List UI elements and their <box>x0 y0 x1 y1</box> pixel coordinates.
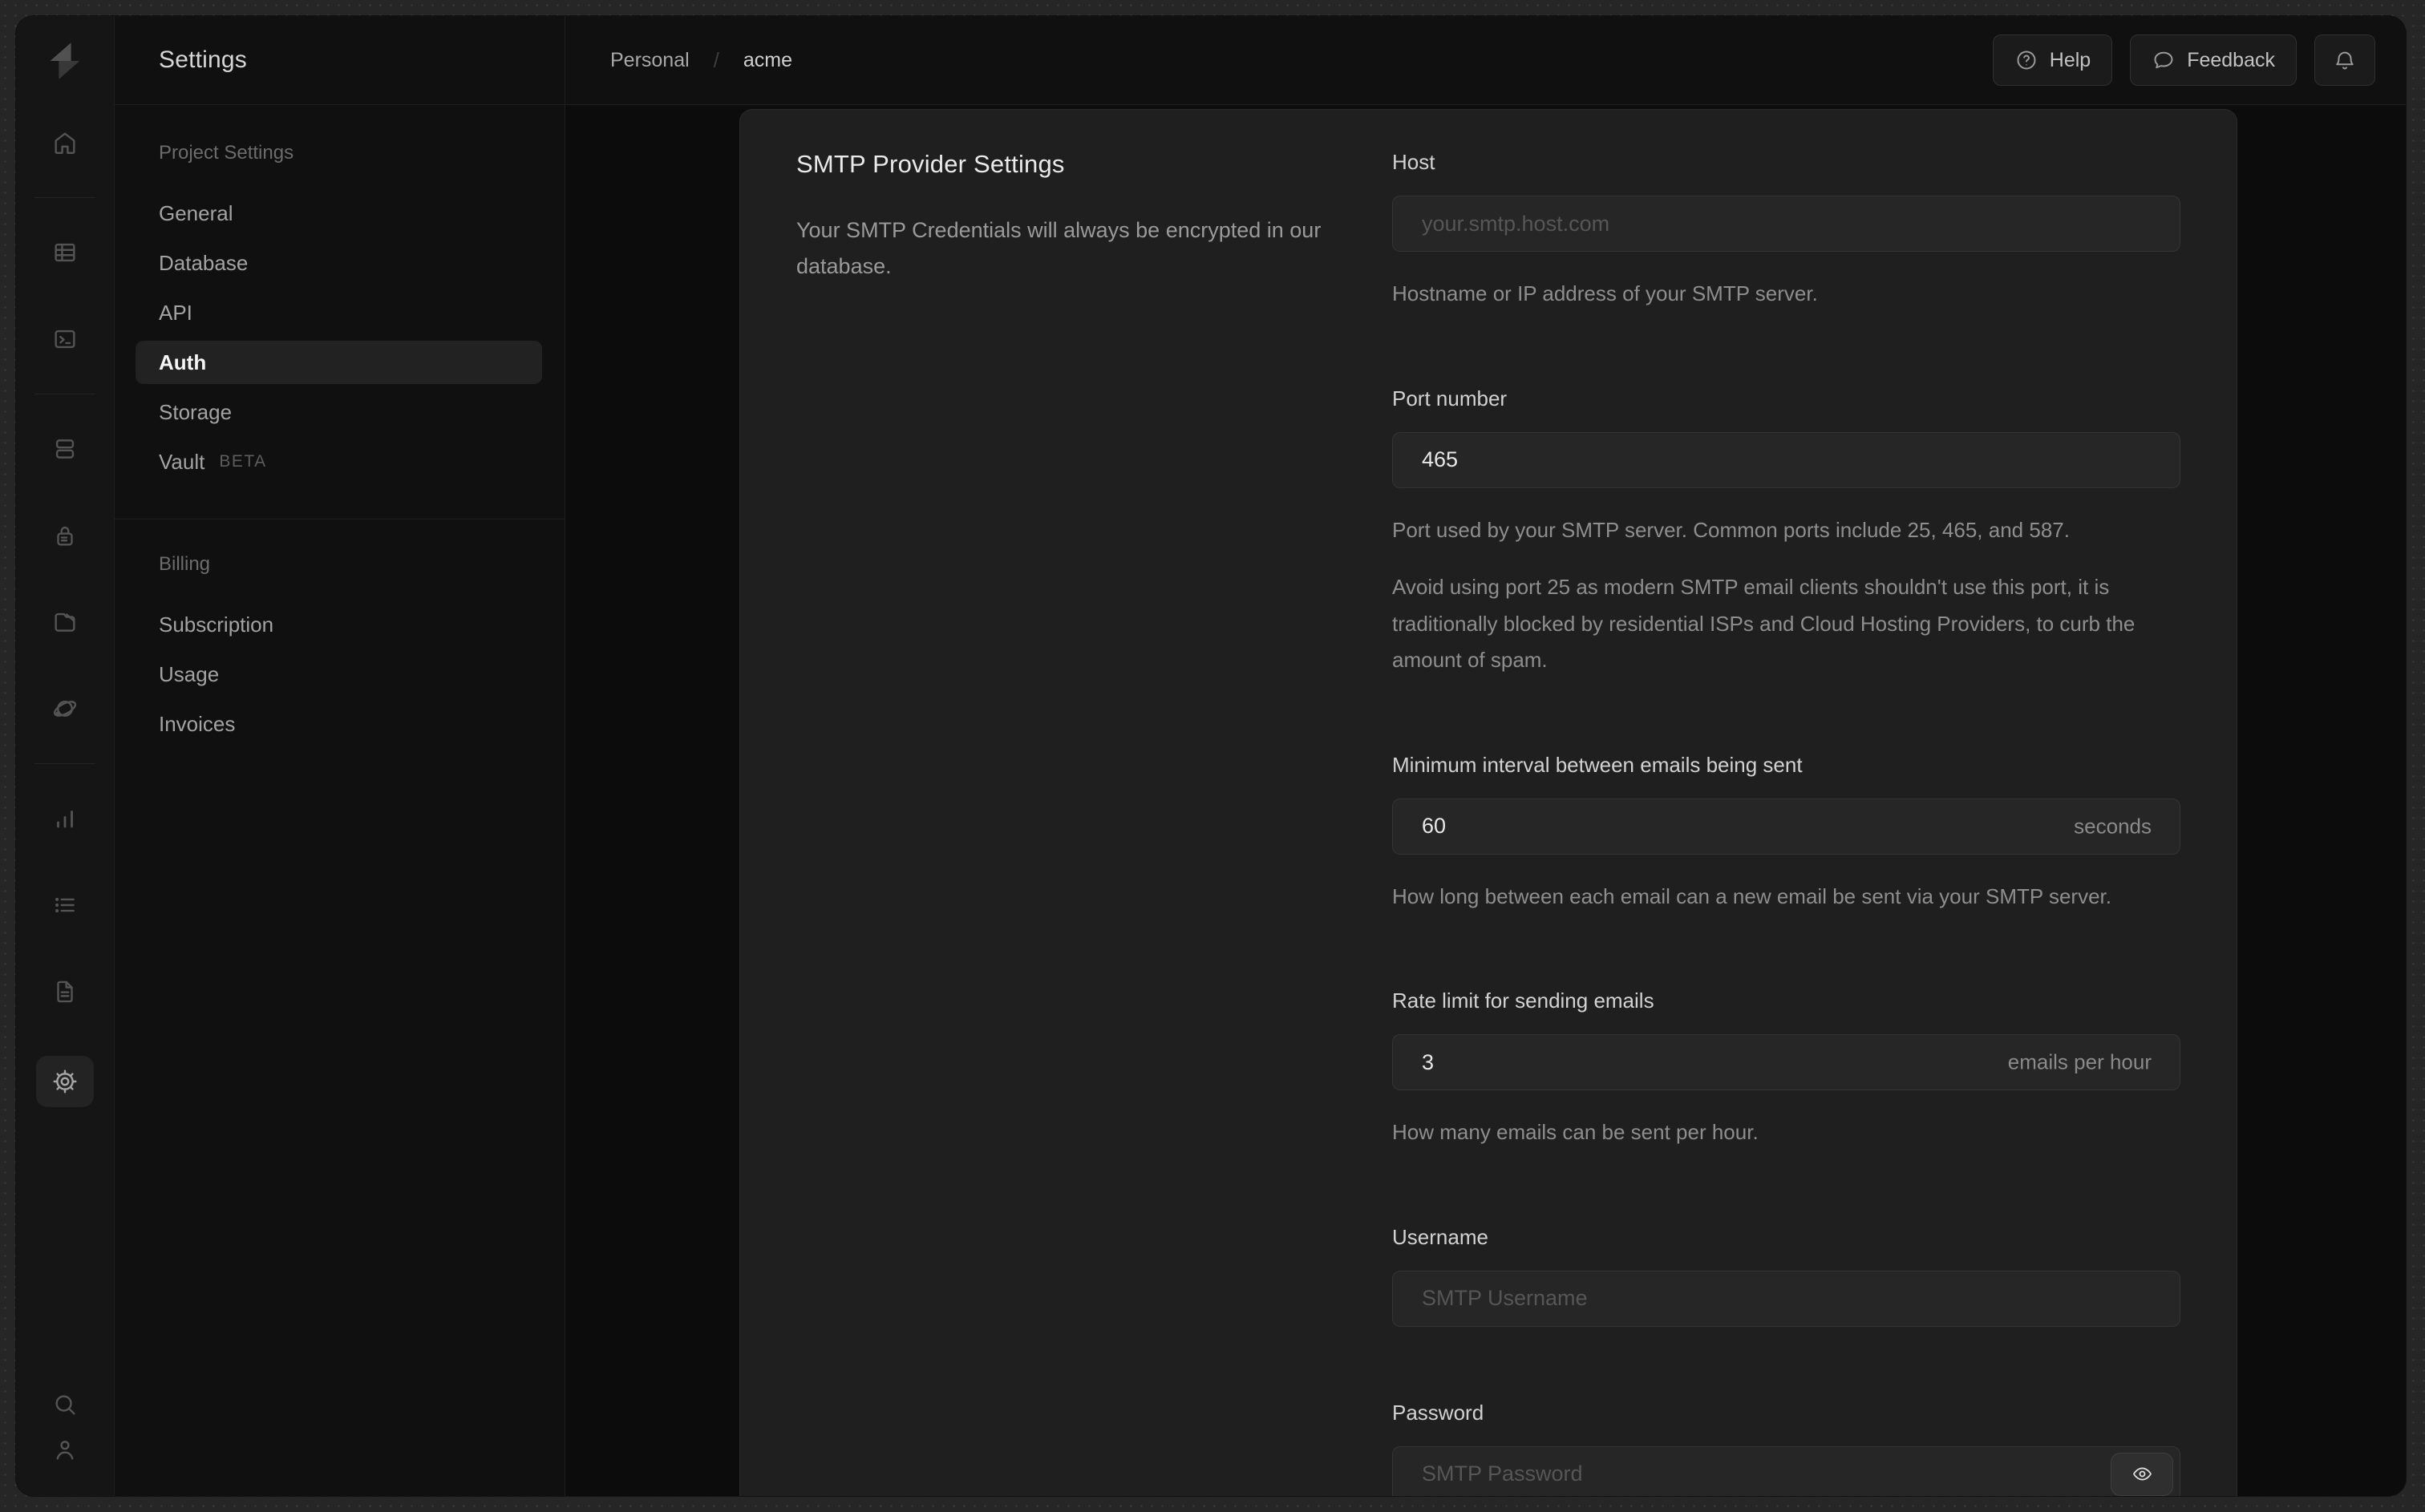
app-window: Settings Project Settings General Databa… <box>16 16 2406 1496</box>
breadcrumb: Personal / acme <box>610 48 792 73</box>
bar-chart-icon <box>57 811 73 828</box>
nav-edge-functions-button[interactable] <box>43 686 87 731</box>
sidebar-item-database[interactable]: Database <box>115 238 565 288</box>
page-title: Settings <box>159 46 247 73</box>
sidebar-item-general[interactable]: General <box>115 188 565 238</box>
nav-settings-button[interactable] <box>36 1056 94 1107</box>
nav-api-docs-button[interactable] <box>43 969 87 1014</box>
nav-home-button[interactable] <box>43 120 87 165</box>
port-field-group: Port number Port used by your SMTP serve… <box>1392 386 2180 679</box>
sidebar-item-storage[interactable]: Storage <box>115 387 565 437</box>
nav-storage-button[interactable] <box>43 600 87 645</box>
table-editor-icon <box>55 243 75 262</box>
notifications-button[interactable] <box>2314 34 2375 86</box>
panel-title: SMTP Provider Settings <box>796 150 1065 178</box>
nav-database-button[interactable] <box>43 427 87 471</box>
search-icon <box>55 1395 75 1415</box>
smtp-settings-panel: SMTP Provider Settings Your SMTP Credent… <box>739 109 2237 1496</box>
sidebar-header: Settings <box>115 16 565 105</box>
rate-limit-field-group: Rate limit for sending emails emails per… <box>1392 988 2180 1151</box>
content-body: SMTP Provider Settings Your SMTP Credent… <box>565 105 2406 1496</box>
gear-icon <box>53 1069 77 1094</box>
list-icon <box>55 897 75 913</box>
lock-icon <box>57 526 73 546</box>
smtp-form: Host Hostname or IP address of your SMTP… <box>1392 150 2180 1496</box>
nav-table-editor-button[interactable] <box>43 230 87 275</box>
password-field-group: Password <box>1392 1400 2180 1496</box>
nav-logs-button[interactable] <box>43 883 87 928</box>
sql-editor-icon <box>55 329 75 349</box>
account-button[interactable] <box>43 1427 87 1472</box>
file-text-icon <box>57 980 73 1003</box>
nav-reports-button[interactable] <box>43 796 87 841</box>
bell-icon <box>2336 51 2354 70</box>
rail-divider <box>34 763 95 764</box>
storage-icon <box>55 612 75 632</box>
password-label: Password <box>1392 1400 1484 1425</box>
username-input[interactable] <box>1392 1270 2180 1327</box>
section-label-project-settings: Project Settings <box>159 142 294 164</box>
desktop-backdrop: Settings Project Settings General Databa… <box>0 0 2425 1512</box>
breadcrumb-separator: / <box>713 47 719 72</box>
interval-input[interactable] <box>1392 798 2180 855</box>
feedback-button[interactable]: Feedback <box>2130 34 2297 86</box>
host-helper: Hostname or IP address of your SMTP serv… <box>1392 281 1818 305</box>
rail-divider <box>34 197 95 198</box>
sidebar-item-usage[interactable]: Usage <box>115 649 565 699</box>
eye-icon <box>2132 1467 2152 1481</box>
username-label: Username <box>1392 1224 1488 1249</box>
host-label: Host <box>1392 150 1435 174</box>
section-label-billing: Billing <box>159 553 211 575</box>
settings-sidebar: Settings Project Settings General Databa… <box>115 16 565 1496</box>
port-helper-1: Port used by your SMTP server. Common po… <box>1392 517 2070 542</box>
password-input[interactable] <box>1392 1445 2180 1496</box>
sidebar-item-invoices[interactable]: Invoices <box>115 699 565 749</box>
port-label: Port number <box>1392 386 1508 410</box>
nav-auth-button[interactable] <box>43 513 87 558</box>
sidebar-item-auth[interactable]: Auth <box>115 338 565 387</box>
supabase-logo-icon[interactable] <box>44 40 86 82</box>
rate-limit-helper: How many emails can be sent per hour. <box>1392 1120 1759 1144</box>
nav-rail <box>16 16 115 1496</box>
port-input[interactable] <box>1392 431 2180 488</box>
database-icon <box>55 439 75 459</box>
rate-limit-label: Rate limit for sending emails <box>1392 988 1654 1013</box>
topbar: Personal / acme Help Feedback <box>565 16 2406 105</box>
chat-bubble-icon <box>2154 51 2173 69</box>
user-icon <box>56 1441 74 1460</box>
panel-description: Your SMTP Credentials will always be enc… <box>796 218 1322 279</box>
help-circle-icon <box>2017 51 2036 70</box>
home-icon <box>55 132 75 154</box>
help-button[interactable]: Help <box>1992 34 2113 86</box>
host-field-group: Host Hostname or IP address of your SMTP… <box>1392 150 2180 313</box>
sidebar-item-vault[interactable]: Vault BETA <box>115 437 565 487</box>
port-helper-2: Avoid using port 25 as modern SMTP email… <box>1392 575 2136 672</box>
search-button[interactable] <box>43 1382 87 1427</box>
breadcrumb-project[interactable]: acme <box>743 49 792 72</box>
sidebar-item-subscription[interactable]: Subscription <box>115 600 565 649</box>
edge-functions-icon <box>53 701 77 717</box>
interval-field-group: Minimum interval between emails being se… <box>1392 753 2180 916</box>
toggle-password-visibility-button[interactable] <box>2111 1452 2173 1496</box>
username-field-group: Username <box>1392 1225 2180 1327</box>
sidebar-item-api[interactable]: API <box>115 288 565 338</box>
main-content: Personal / acme Help Feedback SMTP Provi… <box>565 16 2406 1496</box>
interval-label: Minimum interval between emails being se… <box>1392 752 1803 777</box>
nav-sql-editor-button[interactable] <box>43 317 87 362</box>
interval-helper: How long between each email can a new em… <box>1392 883 2111 908</box>
beta-badge: BETA <box>219 452 267 471</box>
breadcrumb-org[interactable]: Personal <box>610 49 690 72</box>
host-input[interactable] <box>1392 196 2180 252</box>
rate-limit-input[interactable] <box>1392 1034 2180 1090</box>
